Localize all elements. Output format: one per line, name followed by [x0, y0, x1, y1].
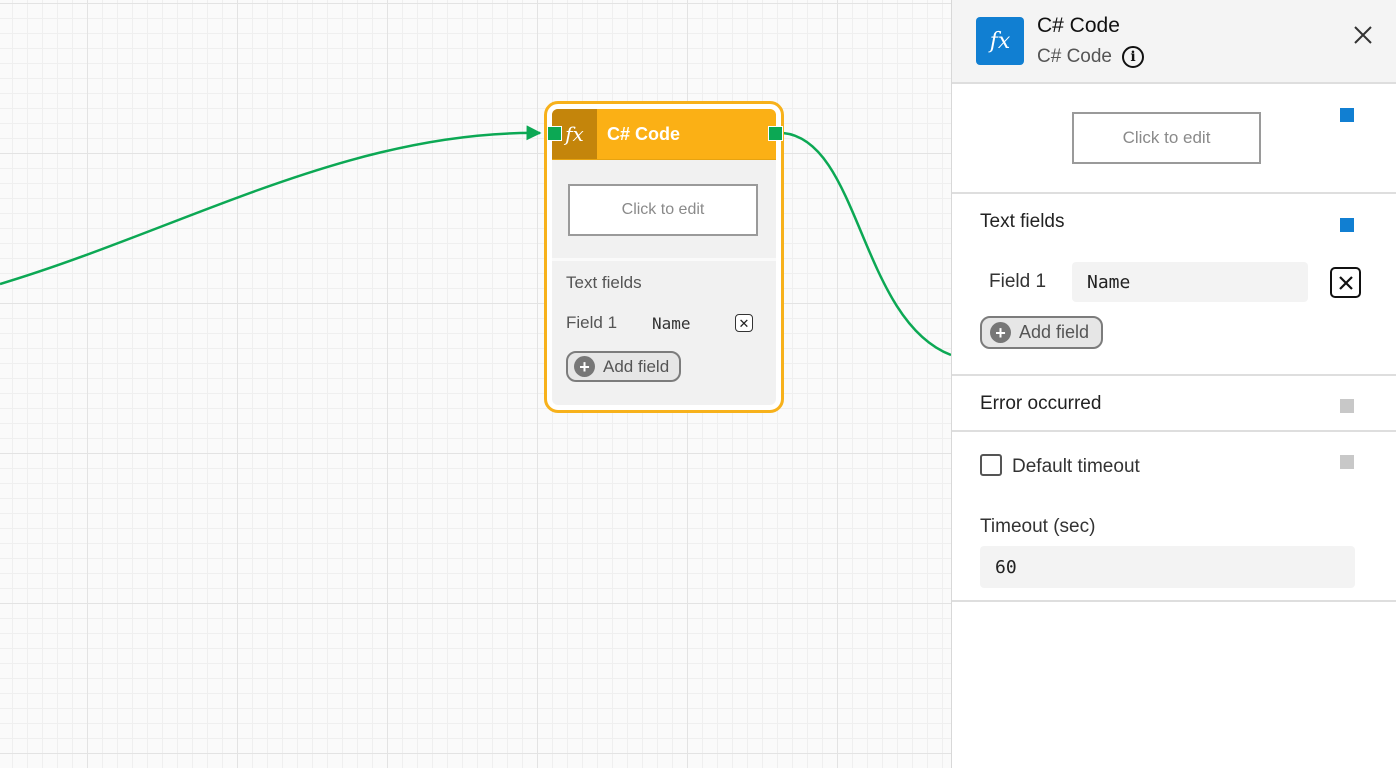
close-icon[interactable]: ✕ — [735, 314, 753, 332]
text-fields-title: Text fields — [980, 211, 1065, 232]
panel-subtitle: C# Code — [1037, 46, 1112, 67]
timeout-label: Timeout (sec) — [980, 516, 1096, 537]
node-click-to-edit[interactable]: Click to edit — [568, 184, 758, 236]
add-field-label: Add field — [1019, 322, 1090, 342]
fx-icon: 𝑓x — [976, 17, 1024, 65]
node-field-label: Field 1 — [566, 313, 618, 332]
info-icon[interactable]: i — [1122, 46, 1144, 68]
code-section: Click to edit — [952, 84, 1396, 194]
close-icon — [1338, 275, 1353, 290]
workflow-canvas[interactable]: 𝑓x C# Code Click to edit Text fields Fie… — [0, 0, 951, 768]
add-field-button[interactable]: + Add field — [980, 316, 1104, 349]
plus-icon: + — [574, 356, 595, 377]
close-button[interactable] — [1350, 24, 1376, 50]
panel-click-to-edit[interactable]: Click to edit — [1072, 112, 1261, 164]
field-1-label: Field 1 — [989, 271, 1047, 292]
output-port[interactable] — [768, 126, 783, 141]
text-fields-port-indicator[interactable] — [1340, 218, 1354, 232]
error-port-indicator[interactable] — [1340, 399, 1354, 413]
timeout-port-indicator[interactable] — [1340, 455, 1354, 469]
error-section: Error occurred — [952, 376, 1396, 432]
text-fields-section: Text fields Field 1 Name + Add field — [952, 194, 1396, 376]
plus-icon: + — [990, 322, 1011, 343]
node-text-fields: Text fields Field 1 Name ✕ + Add field — [552, 261, 776, 394]
default-timeout-checkbox[interactable] — [980, 454, 1002, 476]
node-title: C# Code — [607, 123, 681, 144]
outgoing-connection[interactable] — [782, 131, 951, 357]
node-body: 𝑓x C# Code Click to edit Text fields Fie… — [552, 109, 776, 405]
node-section-title: Text fields — [566, 273, 642, 292]
timeout-input[interactable]: 60 — [980, 546, 1355, 588]
node-add-field-label: Add field — [603, 356, 670, 376]
close-icon — [1354, 26, 1372, 44]
node-field-row: Field 1 Name ✕ — [566, 313, 762, 333]
panel-title: C# Code — [1037, 14, 1120, 37]
output-port-indicator[interactable] — [1340, 108, 1354, 122]
timeout-section: Default timeout Timeout (sec) 60 — [952, 432, 1396, 602]
node-edit-area: Click to edit — [552, 160, 776, 261]
input-port[interactable] — [547, 126, 562, 141]
properties-panel: 𝑓x C# Code C# Code i Click to edit Text … — [951, 0, 1396, 768]
error-title: Error occurred — [980, 393, 1102, 414]
node-field-value[interactable]: Name — [652, 314, 735, 333]
node-header[interactable]: 𝑓x C# Code — [552, 109, 776, 160]
field-1-input[interactable]: Name — [1072, 262, 1308, 302]
panel-subtitle-row: C# Code i — [1037, 46, 1144, 68]
edges-layer — [0, 125, 951, 357]
node-add-field-button[interactable]: + Add field — [566, 351, 682, 382]
remove-field-button[interactable] — [1330, 267, 1361, 298]
csharp-code-node[interactable]: 𝑓x C# Code Click to edit Text fields Fie… — [544, 101, 784, 413]
panel-header: 𝑓x C# Code C# Code i — [952, 0, 1396, 84]
incoming-connection[interactable] — [0, 125, 542, 286]
default-timeout-label: Default timeout — [1012, 456, 1140, 477]
